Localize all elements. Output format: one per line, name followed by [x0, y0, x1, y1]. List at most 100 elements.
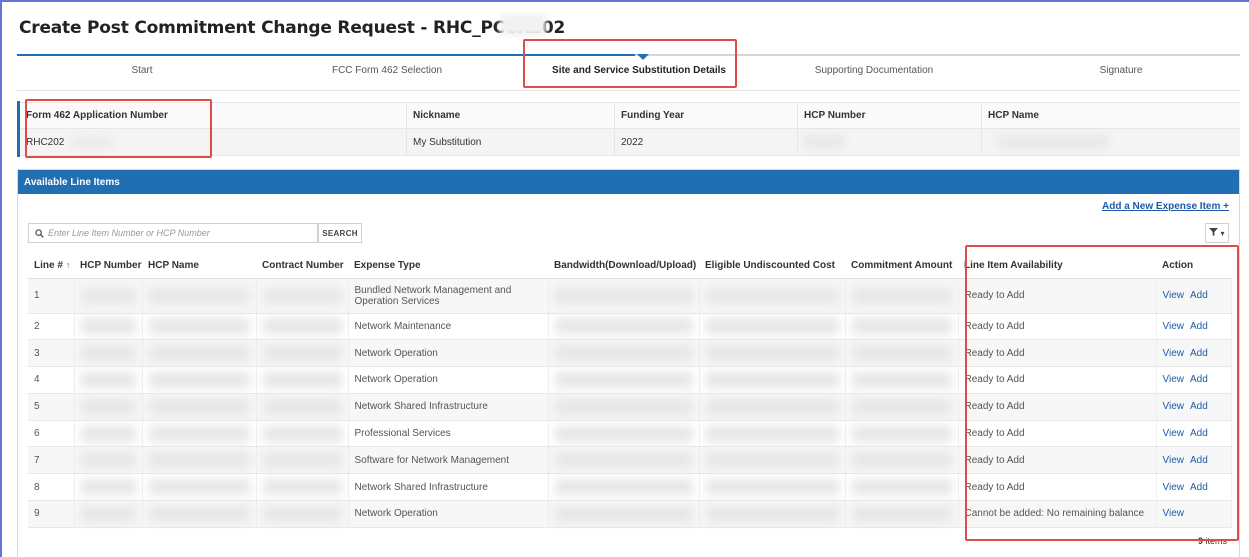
cell-commitment-amount: [845, 473, 959, 502]
add-link[interactable]: Add: [1190, 401, 1208, 412]
cell-availability: Ready to Add: [958, 278, 1157, 314]
col-hcp-number[interactable]: HCP Number: [74, 254, 142, 279]
cell-line-number: 2: [28, 313, 75, 341]
add-link[interactable]: Add: [1190, 482, 1208, 493]
redacted-value: [148, 479, 250, 496]
view-link[interactable]: View: [1163, 348, 1185, 359]
cell-hcp-number: [74, 366, 143, 394]
cell-hcp-name: [142, 473, 257, 502]
view-link[interactable]: View: [1163, 290, 1185, 301]
cell-bandwidth: [548, 500, 700, 528]
redacted-value: [80, 345, 136, 362]
search-box[interactable]: Enter Line Item Number or HCP Number: [28, 223, 318, 243]
cell-commitment-amount: [845, 500, 959, 528]
redacted-value: [705, 287, 839, 304]
cell-hcp-number: [74, 420, 143, 448]
col-line-item-availability[interactable]: Line Item Availability: [958, 254, 1156, 279]
value-hcp-number: [798, 129, 982, 155]
table-header-row: Line # ↑ HCP Number HCP Name Contract Num…: [28, 254, 1231, 279]
cell-availability: Ready to Add: [958, 393, 1157, 421]
step-site-service-substitution[interactable]: Site and Service Substitution Details: [519, 65, 759, 76]
table-row: 6 Professional Services Ready to Add View Ad…: [28, 420, 1232, 448]
redacted-value: [262, 371, 342, 388]
redacted-value: [148, 345, 250, 362]
cell-availability: Cannot be added: No remaining balance: [958, 500, 1157, 528]
view-link[interactable]: View: [1163, 455, 1185, 466]
cell-contract-number: [256, 366, 349, 394]
step-supporting-documentation[interactable]: Supporting Documentation: [754, 65, 994, 76]
header-hcp-name: HCP Name: [988, 110, 1039, 121]
view-link[interactable]: View: [1163, 482, 1185, 493]
add-expense-item-link[interactable]: Add a New Expense Item +: [1102, 201, 1229, 212]
col-line-number[interactable]: Line # ↑: [28, 254, 74, 279]
col-hcp-name[interactable]: HCP Name: [142, 254, 256, 279]
search-input[interactable]: Enter Line Item Number or HCP Number: [48, 228, 210, 238]
redacted-title-suffix: [500, 14, 546, 36]
redacted-value: [554, 287, 693, 304]
step-form-462-selection[interactable]: FCC Form 462 Selection: [267, 65, 507, 76]
view-link[interactable]: View: [1163, 321, 1185, 332]
view-link[interactable]: View: [1163, 508, 1185, 519]
cell-hcp-name: [142, 339, 257, 368]
add-link[interactable]: Add: [1190, 348, 1208, 359]
redacted-value: [554, 505, 693, 522]
cell-eligible-undiscounted-cost: [699, 393, 846, 421]
value-application-number: RHC202: [20, 129, 407, 155]
col-eligible-undiscounted-cost[interactable]: Eligible Undiscounted Cost: [699, 254, 845, 279]
cell-contract-number: [256, 420, 349, 448]
cell-commitment-amount: [845, 366, 959, 394]
cell-commitment-amount: [845, 278, 959, 314]
search-button[interactable]: SEARCH: [318, 223, 362, 243]
cell-bandwidth: [548, 420, 700, 448]
cell-hcp-name: [142, 420, 257, 448]
add-link[interactable]: Add: [1190, 321, 1208, 332]
cell-action: View Add: [1156, 366, 1232, 394]
cell-eligible-undiscounted-cost: [699, 339, 846, 368]
redacted-hcp-name: [998, 135, 1108, 149]
cell-hcp-number: [74, 446, 143, 475]
cell-contract-number: [256, 278, 349, 314]
view-link[interactable]: View: [1163, 428, 1185, 439]
cell-availability: Ready to Add: [958, 313, 1157, 341]
cell-bandwidth: [548, 473, 700, 502]
search-icon: [32, 228, 46, 238]
redacted-value: [262, 479, 342, 496]
step-signature[interactable]: Signature: [1001, 65, 1241, 76]
value-funding-year: 2022: [615, 129, 798, 155]
cell-hcp-name: [142, 393, 257, 421]
add-link[interactable]: Add: [1190, 455, 1208, 466]
cell-expense-type: Network Operation: [348, 366, 549, 394]
col-contract-number[interactable]: Contract Number: [256, 254, 348, 279]
line-items-table: Line # ↑ HCP Number HCP Name Contract Num…: [28, 254, 1232, 528]
cell-expense-type: Software for Network Management: [348, 446, 549, 475]
cell-line-number: 5: [28, 393, 75, 421]
redacted-value: [148, 425, 250, 442]
cell-hcp-number: [74, 500, 143, 528]
view-link[interactable]: View: [1163, 374, 1185, 385]
progress-steps: Start FCC Form 462 Selection Site and Se…: [17, 54, 1240, 90]
cell-availability: Ready to Add: [958, 473, 1157, 502]
cell-line-number: 9: [28, 500, 75, 528]
cell-commitment-amount: [845, 393, 959, 421]
redacted-value: [851, 318, 952, 335]
filter-button[interactable]: ▾: [1205, 223, 1229, 243]
redacted-value: [554, 398, 693, 415]
cell-bandwidth: [548, 278, 700, 314]
add-link[interactable]: Add: [1190, 290, 1208, 301]
cell-expense-type: Network Shared Infrastructure: [348, 473, 549, 502]
cell-availability: Ready to Add: [958, 446, 1157, 475]
redacted-value: [851, 287, 952, 304]
col-commitment-amount[interactable]: Commitment Amount: [845, 254, 958, 279]
step-start[interactable]: Start: [22, 65, 262, 76]
cell-eligible-undiscounted-cost: [699, 366, 846, 394]
cell-line-number: 3: [28, 339, 75, 368]
add-link[interactable]: Add: [1190, 428, 1208, 439]
col-bandwidth[interactable]: Bandwidth(Download/Upload): [548, 254, 699, 279]
view-link[interactable]: View: [1163, 401, 1185, 412]
cell-action: View Add: [1156, 278, 1232, 314]
cell-hcp-number: [74, 473, 143, 502]
steps-divider: [17, 90, 1240, 91]
add-link[interactable]: Add: [1190, 374, 1208, 385]
col-expense-type[interactable]: Expense Type: [348, 254, 548, 279]
cell-commitment-amount: [845, 446, 959, 475]
